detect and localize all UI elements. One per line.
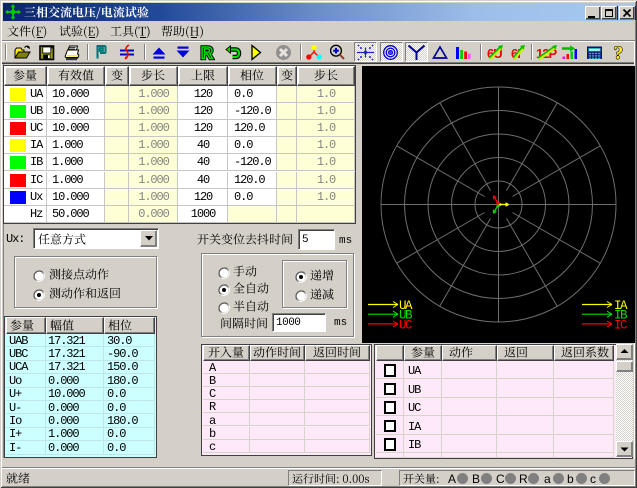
svg-text:IC: IC [614,318,627,332]
svg-text:R: R [201,45,213,62]
svg-text:?: ? [614,44,624,62]
svg-text:UC: UC [399,318,412,332]
